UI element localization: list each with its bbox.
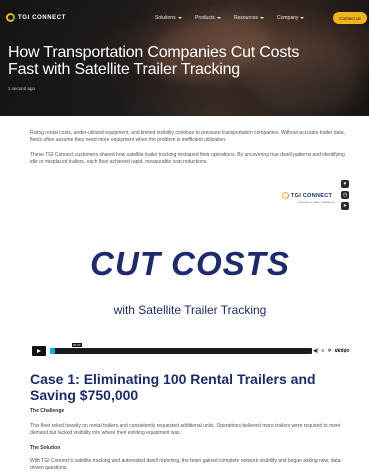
page-title: How Transportation Companies Cut Costs F…	[8, 44, 300, 78]
chapters-icon[interactable]: ≡	[322, 348, 325, 354]
heart-icon[interactable]: ♥	[341, 180, 349, 188]
video-subheadline: with Satellite Trailer Tracking	[113, 303, 267, 317]
nav-resources-label: Resources	[234, 15, 258, 21]
nav-products-label: Products	[195, 15, 215, 21]
brand-logo[interactable]: TGI CONNECT	[6, 13, 66, 22]
video-progress-fill	[50, 348, 56, 354]
logo-icon	[282, 192, 289, 199]
solution-paragraph: With TGI Connect's satellite tracking an…	[30, 458, 343, 471]
chevron-down-icon	[177, 17, 182, 19]
volume-icon[interactable]: ◀)	[313, 348, 319, 354]
video-progress-bar[interactable]: 00:00	[50, 343, 312, 354]
nav-company-label: Company	[277, 15, 299, 21]
logo-text: TGI CONNECT	[18, 14, 66, 21]
video-time: 00:00	[72, 343, 82, 347]
solution-heading: The Solution	[30, 445, 61, 451]
challenge-paragraph: This fleet relied heavily on rental trai…	[30, 423, 341, 436]
video-controls: 00:00 ◀) ≡ ✲ ▭ ⛶ vimeo	[30, 343, 350, 357]
challenge-heading: The Challenge	[30, 408, 65, 414]
clock-icon[interactable]: ◷	[341, 191, 349, 199]
case-1-heading: Case 1: Eliminating 100 Rental Trailers …	[30, 371, 316, 403]
intro-paragraph-1: Rising rental costs, under-utilized equi…	[30, 130, 345, 143]
video-logo-tagline: Gateway to trailer intelligence	[298, 200, 335, 204]
chevron-down-icon	[300, 17, 305, 19]
settings-icon[interactable]: ✲	[327, 348, 331, 354]
logo-icon	[6, 13, 15, 22]
video-brand-logo: TGI CONNECT	[282, 192, 332, 199]
nav-resources[interactable]: Resources	[234, 15, 264, 21]
nav-solutions-label: Solutions	[155, 15, 176, 21]
nav-products[interactable]: Products	[195, 15, 221, 21]
chevron-down-icon	[259, 17, 264, 19]
hero-banner: TGI CONNECT Solutions Products Resources…	[0, 0, 369, 116]
play-button[interactable]	[32, 346, 46, 356]
intro-paragraph-2: These TGI Connect customers shared how s…	[30, 152, 345, 165]
top-navigation: TGI CONNECT Solutions Products Resources…	[0, 0, 369, 36]
nav-company[interactable]: Company	[277, 15, 305, 21]
video-headline: CUT COSTS	[90, 245, 290, 282]
send-icon[interactable]: ➤	[341, 202, 349, 210]
video-player[interactable]: TGI CONNECT Gateway to trailer intellige…	[30, 178, 350, 361]
video-logo-text: TGI CONNECT	[291, 192, 333, 199]
play-icon	[37, 349, 41, 353]
post-timestamp: 1 second ago	[8, 86, 36, 91]
vimeo-logo[interactable]: vimeo	[335, 348, 349, 354]
nav-solutions[interactable]: Solutions	[155, 15, 182, 21]
contact-us-button[interactable]: Contact us	[333, 12, 367, 24]
chevron-down-icon	[216, 17, 221, 19]
